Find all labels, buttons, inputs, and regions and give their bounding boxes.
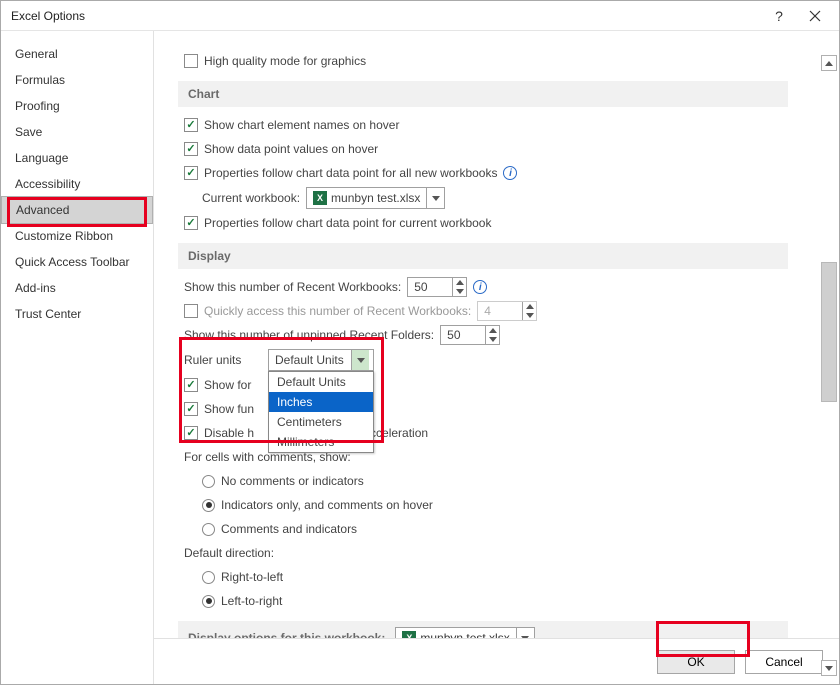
- chart-element-names-label: Show chart element names on hover: [204, 118, 399, 132]
- chart-data-values-label: Show data point values on hover: [204, 142, 378, 156]
- indicators-only-radio[interactable]: [202, 499, 215, 512]
- chevron-down-icon[interactable]: [516, 628, 534, 638]
- disable-hw-label-a: Disable h: [204, 426, 254, 440]
- quick-access-spinner: 4: [477, 301, 537, 321]
- no-comments-label: No comments or indicators: [221, 474, 364, 488]
- recent-folders-spinner[interactable]: 50: [440, 325, 500, 345]
- default-direction-label: Default direction:: [184, 546, 274, 560]
- section-display-header: Display: [178, 243, 788, 269]
- disable-hw-label-b: cceleration: [370, 426, 428, 440]
- cancel-button[interactable]: Cancel: [745, 650, 823, 674]
- sidebar-item-formulas[interactable]: Formulas: [1, 67, 153, 93]
- sidebar: General Formulas Proofing Save Language …: [1, 31, 154, 684]
- chevron-down-icon[interactable]: [426, 188, 444, 208]
- sidebar-item-general[interactable]: General: [1, 41, 153, 67]
- show-functions-label: Show fun: [204, 402, 254, 416]
- display-wb-value: munbyn test.xlsx: [420, 631, 509, 638]
- sidebar-item-quick-access[interactable]: Quick Access Toolbar: [1, 249, 153, 275]
- display-wb-combo[interactable]: munbyn test.xlsx: [395, 627, 534, 638]
- sidebar-item-advanced[interactable]: Advanced: [1, 196, 153, 224]
- info-icon[interactable]: [473, 280, 487, 294]
- quick-access-value: 4: [478, 304, 522, 318]
- scrollbar-thumb[interactable]: [821, 262, 837, 402]
- recent-folders-label: Show this number of unpinned Recent Fold…: [184, 328, 434, 342]
- sidebar-item-customize-ribbon[interactable]: Customize Ribbon: [1, 223, 153, 249]
- ruler-units-dropdown: Default Units Inches Centimeters Millime…: [268, 371, 374, 453]
- recent-workbooks-value: 50: [408, 280, 452, 294]
- chart-props-all-label: Properties follow chart data point for a…: [204, 166, 497, 180]
- window-title: Excel Options: [11, 9, 761, 23]
- ltr-label: Left-to-right: [221, 594, 282, 608]
- scroll-down-button[interactable]: [821, 660, 837, 676]
- chart-data-values-checkbox[interactable]: [184, 142, 198, 156]
- chart-props-current-label: Properties follow chart data point for c…: [204, 216, 491, 230]
- sidebar-item-trust-center[interactable]: Trust Center: [1, 301, 153, 327]
- ltr-radio[interactable]: [202, 595, 215, 608]
- current-workbook-label: Current workbook:: [202, 191, 300, 205]
- show-formula-label: Show for: [204, 378, 251, 392]
- info-icon[interactable]: [503, 166, 517, 180]
- section-display-wb-header: Display options for this workbook: munby…: [178, 621, 788, 638]
- show-formula-checkbox[interactable]: [184, 378, 198, 392]
- ruler-option-centimeters[interactable]: Centimeters: [269, 412, 373, 432]
- help-icon[interactable]: [761, 2, 797, 30]
- footer: OK Cancel: [154, 638, 839, 684]
- sidebar-item-language[interactable]: Language: [1, 145, 153, 171]
- content-panel: High quality mode for graphics Chart Sho…: [154, 31, 839, 638]
- current-workbook-value: munbyn test.xlsx: [331, 191, 420, 205]
- no-comments-radio[interactable]: [202, 475, 215, 488]
- ruler-units-label: Ruler units: [184, 353, 262, 367]
- ruler-units-selected: Default Units: [269, 353, 351, 367]
- recent-workbooks-spinner[interactable]: 50: [407, 277, 467, 297]
- recent-workbooks-label: Show this number of Recent Workbooks:: [184, 280, 401, 294]
- ok-button[interactable]: OK: [657, 650, 735, 674]
- excel-file-icon: [313, 191, 327, 205]
- ruler-units-combo[interactable]: Default Units: [268, 349, 374, 371]
- hq-graphics-checkbox[interactable]: [184, 54, 198, 68]
- current-workbook-combo[interactable]: munbyn test.xlsx: [306, 187, 445, 209]
- quick-access-checkbox[interactable]: [184, 304, 198, 318]
- section-chart-header: Chart: [178, 81, 788, 107]
- comments-indicators-radio[interactable]: [202, 523, 215, 536]
- scroll-up-button[interactable]: [821, 55, 837, 71]
- quick-access-label: Quickly access this number of Recent Wor…: [204, 304, 471, 318]
- rtl-radio[interactable]: [202, 571, 215, 584]
- sidebar-item-proofing[interactable]: Proofing: [1, 93, 153, 119]
- chart-props-current-checkbox[interactable]: [184, 216, 198, 230]
- sidebar-item-save[interactable]: Save: [1, 119, 153, 145]
- show-functions-checkbox[interactable]: [184, 402, 198, 416]
- excel-options-window: Excel Options General Formulas Proofing …: [0, 0, 840, 685]
- ruler-option-default[interactable]: Default Units: [269, 372, 373, 392]
- rtl-label: Right-to-left: [221, 570, 283, 584]
- sidebar-item-add-ins[interactable]: Add-ins: [1, 275, 153, 301]
- ruler-option-millimeters[interactable]: Millimeters: [269, 432, 373, 452]
- comments-indicators-label: Comments and indicators: [221, 522, 357, 536]
- ruler-option-inches[interactable]: Inches: [269, 392, 373, 412]
- hq-graphics-label: High quality mode for graphics: [204, 54, 366, 68]
- chevron-down-icon[interactable]: [351, 350, 369, 370]
- sidebar-item-accessibility[interactable]: Accessibility: [1, 171, 153, 197]
- excel-file-icon: [402, 631, 416, 638]
- disable-hw-checkbox[interactable]: [184, 426, 198, 440]
- close-icon[interactable]: [797, 2, 833, 30]
- titlebar: Excel Options: [1, 1, 839, 31]
- indicators-only-label: Indicators only, and comments on hover: [221, 498, 433, 512]
- chart-element-names-checkbox[interactable]: [184, 118, 198, 132]
- chart-props-all-checkbox[interactable]: [184, 166, 198, 180]
- recent-folders-value: 50: [441, 328, 485, 342]
- display-wb-label: Display options for this workbook:: [188, 631, 385, 638]
